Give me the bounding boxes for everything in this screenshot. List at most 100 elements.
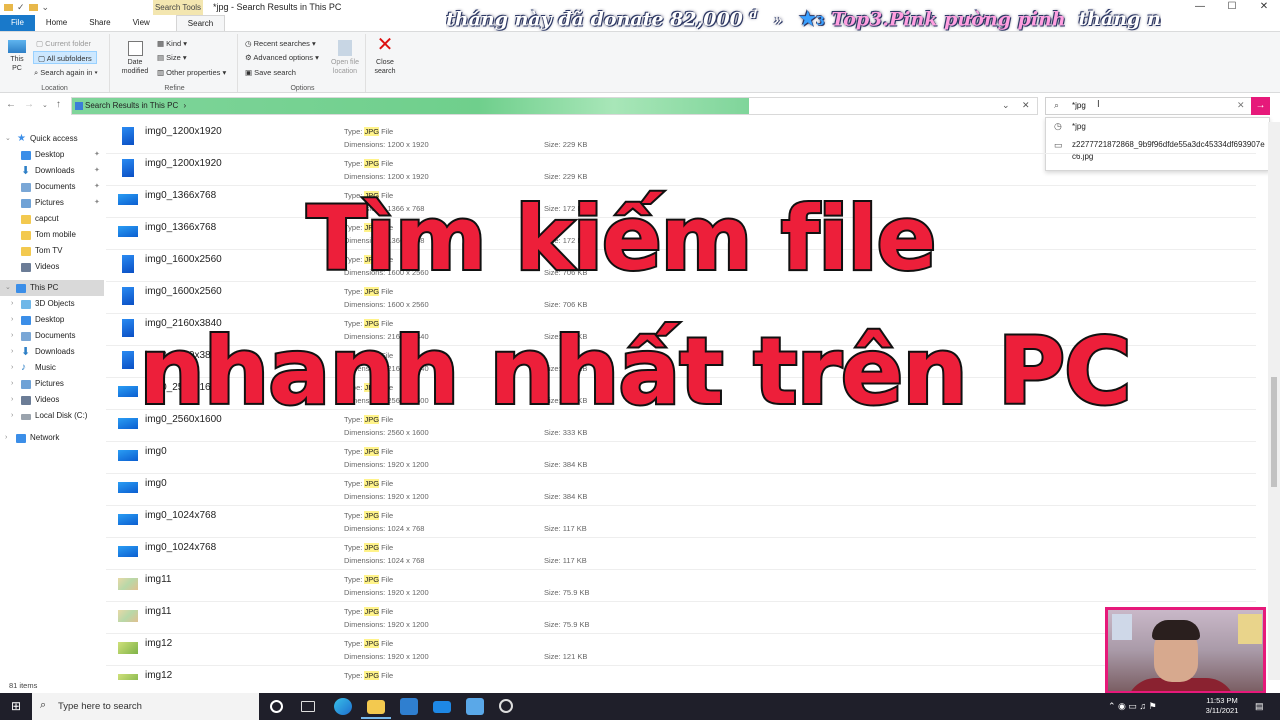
notifications-icon[interactable]: ▤: [1255, 693, 1264, 720]
tray-icons[interactable]: ⌃ ◉ ▭ ♫ ⚑: [1108, 693, 1157, 720]
search-go-button[interactable]: →: [1251, 97, 1270, 115]
dims-prefix: Dimensions:: [344, 140, 388, 149]
file-name: img0_1024x768: [145, 510, 217, 521]
file-name: img11: [145, 606, 172, 617]
open-file-location-button[interactable]: Open file location: [326, 36, 364, 76]
file-name: img11: [145, 574, 172, 585]
clear-search-icon[interactable]: ✕: [1237, 100, 1245, 111]
table-row[interactable]: img11 Type: JPG File Dimensions: 1920 x 12…: [106, 602, 1266, 634]
address-bar[interactable]: Search Results in This PC › ⌄ ✕: [71, 97, 1038, 115]
size-value: 706 KB: [562, 300, 588, 309]
file-dimensions: Dimensions: 1600 x 2560: [344, 300, 429, 309]
back-arrow-icon[interactable]: ←: [6, 99, 16, 110]
search-box[interactable]: ⌕ *jpg I ✕ →: [1045, 97, 1270, 115]
download-icon: ⬇: [21, 165, 31, 177]
save-search-button[interactable]: ▣ Save search: [245, 66, 296, 79]
file-type: Type: JPG File: [344, 543, 393, 552]
advanced-options-button[interactable]: ⚙ Advanced options ▾: [245, 51, 319, 64]
obs-icon[interactable]: [499, 699, 513, 713]
nav-downloads[interactable]: ⬇ Downloads ✦: [0, 163, 104, 179]
this-pc-button[interactable]: This PC: [4, 36, 30, 73]
item-count: 81 items: [9, 681, 38, 690]
tab-search[interactable]: Search: [175, 15, 226, 31]
size-prefix: Size:: [544, 460, 563, 469]
tab-file[interactable]: File: [0, 15, 35, 31]
size-prefix: Size:: [544, 492, 563, 501]
taskbar: ⊞ ⌕ Type here to search ⌃ ◉ ▭ ♫ ⚑ 11:53 …: [0, 693, 1280, 720]
table-row[interactable]: img11 Type: JPG File Dimensions: 1920 x 12…: [106, 570, 1266, 602]
image-file-icon: [118, 578, 138, 590]
table-row[interactable]: img0_1200x1920 Type: JPG File Dimensions: …: [106, 122, 1266, 154]
table-row[interactable]: img0_1024x768 Type: JPG File Dimensions: 1…: [106, 538, 1266, 570]
recent-searches-button[interactable]: ◷ Recent searches ▾: [245, 37, 316, 50]
file-size: Size: 229 KB: [544, 140, 587, 149]
file-dimensions: Dimensions: 1200 x 1920: [344, 140, 429, 149]
status-bar: 81 items: [0, 680, 1280, 693]
nav-network[interactable]: › Network: [0, 430, 104, 446]
dropdown-icon[interactable]: ⌄: [42, 2, 50, 13]
tab-view[interactable]: View: [122, 15, 161, 31]
table-row[interactable]: img12 Type: JPG File: [106, 666, 1266, 680]
search-again-button[interactable]: ⌕ Search again in ▾: [34, 66, 98, 79]
table-row[interactable]: img0 Type: JPG File Dimensions: 1920 x 120…: [106, 474, 1266, 506]
clock-time: 11:53 PM: [1206, 696, 1238, 705]
type-prefix: Type:: [344, 479, 365, 488]
all-subfolders-button[interactable]: ▢ All subfolders: [33, 51, 97, 64]
file-name: img0: [145, 478, 167, 489]
file-size: Size: 333 KB: [544, 428, 587, 437]
file-name: img0_1200x1920: [145, 158, 222, 169]
webcam-overlay: [1105, 607, 1266, 694]
chevron-down-icon: ⌄: [5, 135, 11, 142]
close-search-button[interactable]: ✕ Close search: [370, 35, 400, 76]
nav-quick-access[interactable]: ⌄ ★ Quick access: [0, 131, 104, 147]
size-button[interactable]: ▤ Size ▾: [157, 51, 187, 64]
mail-icon[interactable]: [433, 701, 451, 713]
forward-arrow-icon[interactable]: →: [24, 99, 34, 110]
minimize-button[interactable]: —: [1184, 0, 1216, 14]
nav-desktop[interactable]: Desktop ✦: [0, 147, 104, 163]
checkmark-icon[interactable]: ✓: [17, 2, 25, 13]
current-folder-button[interactable]: ▢ Current folder: [36, 37, 91, 50]
file-dimensions: Dimensions: 1920 x 1200: [344, 460, 429, 469]
file-dimensions: Dimensions: 1920 x 1200: [344, 588, 429, 597]
task-view-icon[interactable]: [301, 701, 315, 712]
kind-button[interactable]: ▦ Kind ▾: [157, 37, 187, 50]
windows-start-icon[interactable]: ⊞: [0, 693, 32, 720]
app-icon[interactable]: [466, 698, 484, 715]
stop-search-icon[interactable]: ✕: [1022, 100, 1030, 111]
tab-home[interactable]: Home: [35, 15, 78, 31]
table-row[interactable]: img0_1200x1920 Type: JPG File Dimensions: …: [106, 154, 1266, 186]
nav-3d-objects[interactable]: › 3D Objects: [0, 296, 104, 312]
refine-group-label: Refine: [164, 85, 185, 92]
search-input[interactable]: *jpg: [1072, 101, 1086, 110]
file-type: Type: JPG File: [344, 479, 393, 488]
dims-value: 1920 x 1200: [387, 588, 429, 597]
up-arrow-icon[interactable]: ↑: [56, 99, 61, 110]
rank-badge-icon: ★3: [799, 8, 825, 31]
edge-icon[interactable]: [334, 698, 352, 715]
table-row[interactable]: img0 Type: JPG File Dimensions: 1920 x 120…: [106, 442, 1266, 474]
clock-date: 3/11/2021: [1205, 706, 1239, 715]
store-icon[interactable]: [400, 698, 418, 715]
cortana-icon[interactable]: [270, 700, 283, 713]
clock[interactable]: 11:53 PM 3/11/2021: [1198, 696, 1246, 716]
tab-share[interactable]: Share: [78, 15, 121, 31]
table-row[interactable]: img12 Type: JPG File Dimensions: 1920 x 12…: [106, 634, 1266, 666]
file-explorer-icon[interactable]: [361, 700, 391, 719]
nav-label: Quick access: [30, 134, 78, 143]
folder-icon[interactable]: [4, 4, 13, 11]
table-row[interactable]: img0_1024x768 Type: JPG File Dimensions: 1…: [106, 506, 1266, 538]
folder-icon[interactable]: [28, 4, 38, 11]
quick-access-toolbar: ✓ ⌄: [4, 2, 49, 13]
file-size: Size: 75.9 KB: [544, 588, 589, 597]
calendar-icon: [127, 41, 143, 56]
taskbar-search[interactable]: ⌕ Type here to search: [32, 693, 259, 720]
close-window-button[interactable]: ✕: [1248, 0, 1280, 14]
other-properties-button[interactable]: ▥ Other properties ▾: [157, 66, 226, 79]
date-modified-button[interactable]: Date modified: [116, 36, 154, 76]
dims-value: 1920 x 1200: [387, 620, 429, 629]
history-dropdown-icon[interactable]: ⌄: [42, 101, 48, 110]
size-prefix: Size:: [544, 556, 563, 565]
address-dropdown-icon[interactable]: ⌄: [1002, 100, 1010, 111]
maximize-button[interactable]: ☐: [1216, 0, 1248, 14]
